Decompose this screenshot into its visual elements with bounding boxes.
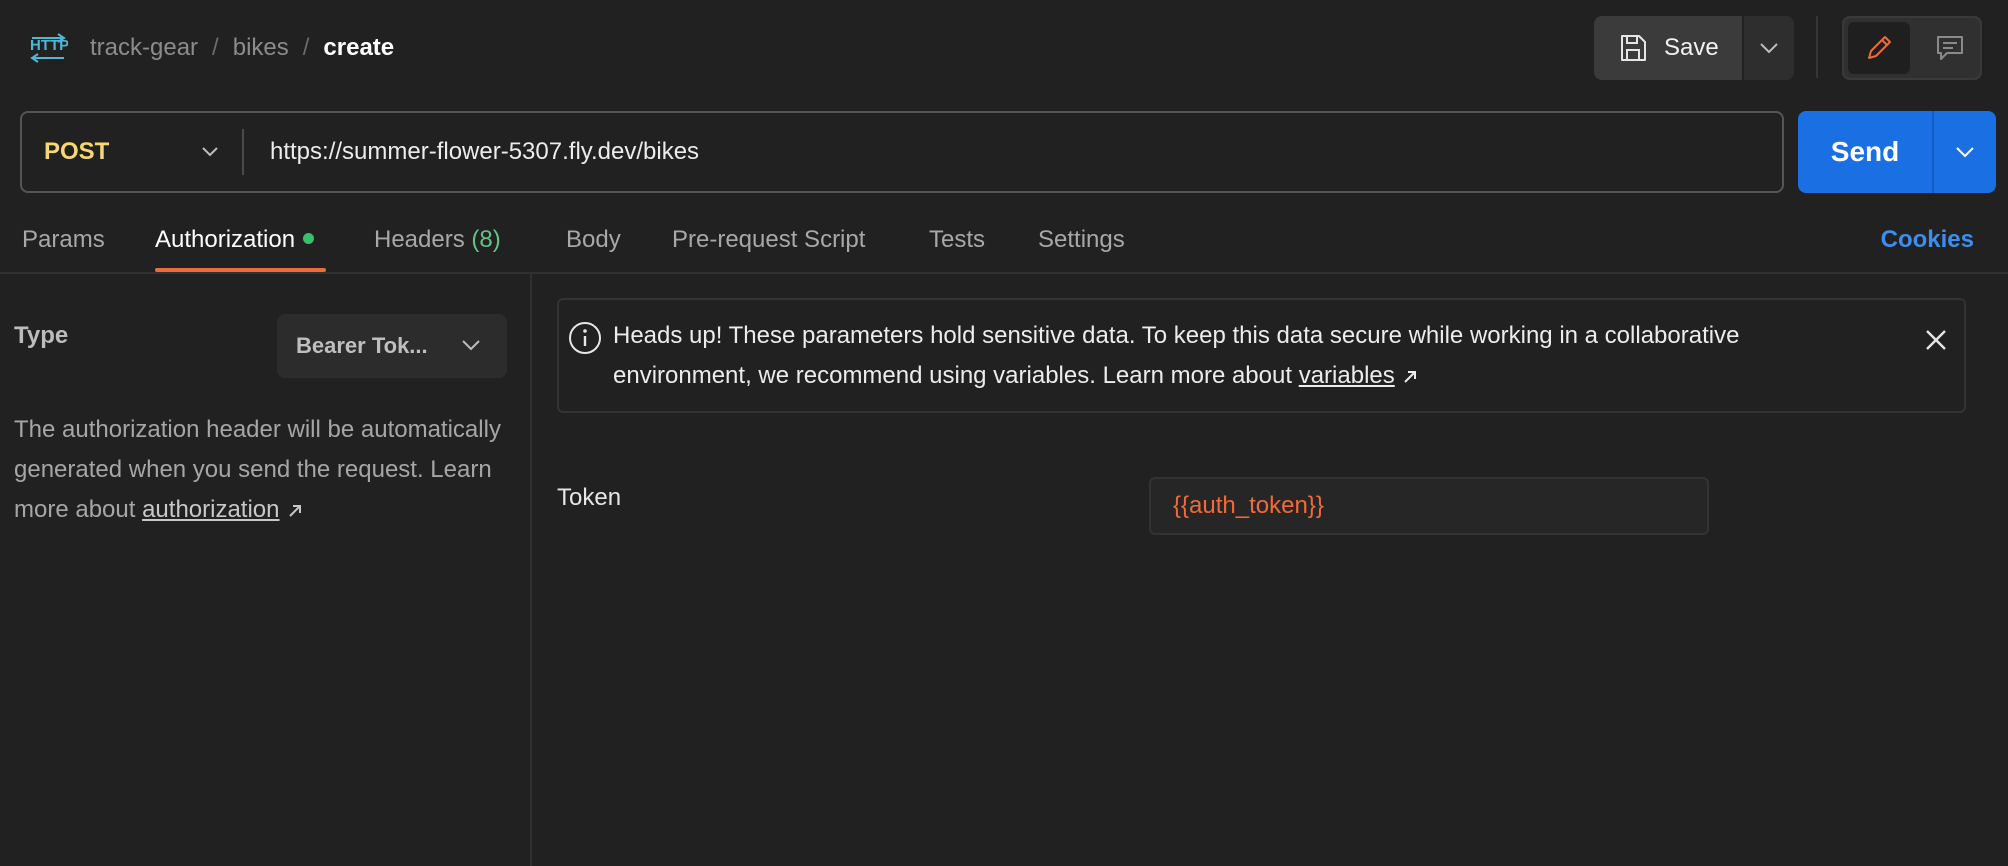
tab-label: Pre-request Script (672, 226, 866, 253)
chevron-down-icon (462, 340, 480, 351)
tab-tests[interactable]: Tests (929, 226, 985, 272)
headers-count: (8) (471, 226, 501, 253)
method-value: POST (44, 138, 110, 165)
mode-toggle (1842, 16, 1982, 80)
notice-body: Heads up! These parameters hold sensitiv… (613, 322, 1740, 389)
tab-label: Tests (929, 226, 986, 253)
auth-help-text: The authorization header will be automat… (14, 410, 504, 530)
modified-indicator (303, 233, 315, 245)
tab-settings[interactable]: Settings (1038, 226, 1125, 272)
save-options-button[interactable] (1744, 16, 1794, 80)
breadcrumb-collection[interactable]: track-gear (90, 34, 198, 61)
save-icon (1621, 35, 1646, 61)
save-label: Save (1664, 34, 1719, 61)
breadcrumb: track-gear / bikes / create (90, 30, 394, 66)
active-tab-indicator (155, 268, 326, 272)
divider (242, 129, 244, 175)
save-button-group: Save (1594, 16, 1794, 80)
request-name[interactable]: create (323, 34, 394, 61)
tab-pre-request-script[interactable]: Pre-request Script (672, 226, 865, 272)
tab-label: Headers (374, 226, 465, 253)
top-bar: HTTP track-gear / bikes / create Save (0, 0, 2008, 96)
sensitive-data-notice: Heads up! These parameters hold sensitiv… (557, 298, 1966, 413)
request-bar: POST https://summer-flower-5307.fly.dev/… (20, 111, 1784, 193)
request-tabs: Params Authorization Headers (8) Body Pr… (0, 212, 2008, 274)
tab-body[interactable]: Body (566, 226, 621, 272)
send-options-button[interactable] (1932, 111, 1996, 193)
close-icon[interactable] (1922, 326, 1950, 354)
tab-label: Authorization (155, 226, 296, 253)
breadcrumb-folder[interactable]: bikes (233, 34, 289, 61)
breadcrumb-separator: / (212, 34, 219, 61)
external-link-icon (289, 504, 302, 517)
method-select[interactable]: POST (22, 113, 244, 191)
tab-label: Body (566, 226, 621, 253)
http-icon: HTTP (30, 33, 68, 63)
type-label: Type (14, 322, 69, 349)
chevron-down-icon (202, 147, 218, 157)
chevron-down-icon (1760, 43, 1778, 54)
divider (1816, 16, 1818, 78)
variables-link[interactable]: variables (1299, 362, 1395, 389)
notice-text: Heads up! These parameters hold sensitiv… (613, 316, 1873, 396)
breadcrumb-separator: / (302, 34, 310, 61)
send-button-group: Send (1798, 111, 1998, 193)
comment-mode-button[interactable] (1922, 22, 1978, 74)
info-icon (569, 322, 601, 354)
auth-type-pane: Type Bearer Tok... The authorization hea… (0, 274, 532, 866)
tab-label: Settings (1038, 226, 1125, 253)
tab-authorization[interactable]: Authorization (155, 226, 315, 272)
authorization-link[interactable]: authorization (142, 496, 279, 523)
auth-type-value: Bearer Tok... (296, 333, 428, 358)
pencil-icon (1868, 36, 1891, 59)
external-link-icon (1404, 370, 1417, 383)
cookies-link[interactable]: Cookies (1881, 226, 1974, 254)
token-input[interactable]: {{auth_token}} (1149, 477, 1709, 535)
save-button[interactable]: Save (1594, 16, 1742, 80)
edit-mode-button[interactable] (1848, 22, 1910, 74)
chevron-down-icon (1956, 147, 1974, 158)
auth-type-select[interactable]: Bearer Tok... (277, 314, 507, 378)
tab-headers[interactable]: Headers (8) (374, 226, 501, 272)
comment-icon (1937, 36, 1963, 60)
tab-label: Params (22, 226, 105, 253)
token-label: Token (557, 484, 622, 511)
tab-params[interactable]: Params (22, 226, 105, 272)
send-button[interactable]: Send (1798, 111, 1932, 193)
url-input[interactable]: https://summer-flower-5307.fly.dev/bikes (270, 113, 699, 191)
